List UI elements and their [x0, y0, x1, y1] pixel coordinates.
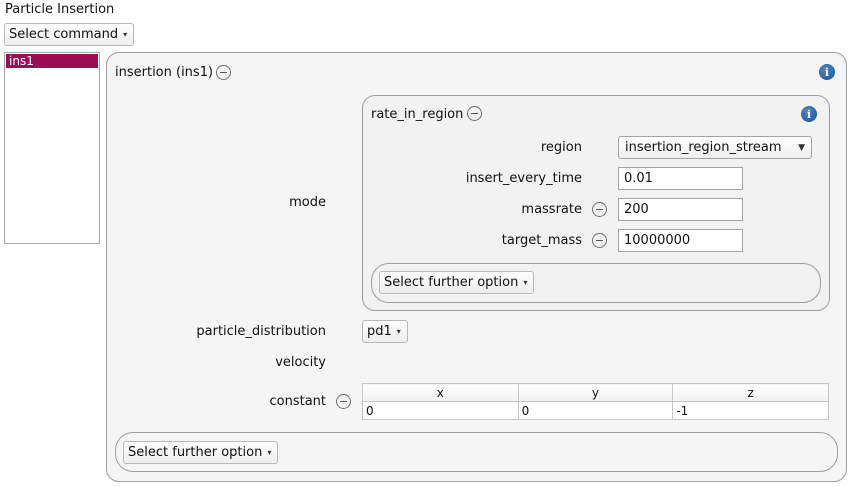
particle-distribution-value: pd1 — [367, 324, 392, 339]
rate-in-region-further-option-button[interactable]: Select further option ▾ — [379, 271, 535, 294]
constant-label: constant — [269, 394, 326, 409]
select-command-button[interactable]: Select command ▾ — [4, 23, 135, 46]
table-row: 0 0 -1 — [362, 401, 829, 420]
insert-every-time-input[interactable]: 0.01 — [618, 167, 743, 190]
massrate-input[interactable]: 200 — [618, 198, 743, 221]
select-command-label: Select command — [9, 27, 119, 42]
list-item[interactable]: ins1 — [6, 54, 98, 68]
mode-label: mode — [289, 195, 326, 210]
remove-massrate-icon[interactable] — [592, 202, 607, 217]
info-icon[interactable]: i — [801, 106, 817, 122]
caret-down-icon: ▾ — [267, 448, 272, 457]
insertion-group-title: insertion (ins1) — [115, 65, 214, 80]
vector-cell-z[interactable]: -1 — [672, 401, 829, 420]
caret-down-icon: ▼ — [798, 142, 805, 153]
column-header-y: y — [517, 383, 674, 402]
collapse-insertion-icon[interactable] — [216, 65, 231, 80]
vector-cell-x[interactable]: 0 — [362, 401, 519, 420]
further-option-label: Select further option — [128, 445, 263, 460]
caret-down-icon: ▾ — [523, 278, 528, 287]
target-mass-label: target_mass — [501, 233, 582, 248]
further-option-label: Select further option — [384, 275, 519, 290]
vector-cell-y[interactable]: 0 — [517, 401, 674, 420]
region-value: insertion_region_stream — [625, 140, 782, 155]
region-label: region — [540, 140, 582, 155]
rate-in-region-title: rate_in_region — [371, 107, 464, 122]
velocity-vector-table: x y z 0 0 -1 — [362, 383, 829, 420]
region-select[interactable]: insertion_region_stream ▼ — [618, 136, 812, 159]
insert-every-time-label: insert_every_time — [465, 171, 582, 186]
instance-list[interactable]: ins1 — [4, 52, 100, 244]
particle-distribution-select[interactable]: pd1 ▾ — [362, 320, 408, 343]
particle-distribution-label: particle_distribution — [196, 324, 326, 339]
insertion-further-option-button[interactable]: Select further option ▾ — [123, 441, 279, 464]
remove-target-mass-icon[interactable] — [592, 233, 607, 248]
caret-down-icon: ▾ — [123, 30, 128, 39]
column-header-z: z — [672, 383, 829, 402]
target-mass-input[interactable]: 10000000 — [618, 229, 743, 252]
caret-down-icon: ▾ — [396, 327, 401, 336]
massrate-label: massrate — [521, 202, 582, 217]
column-header-x: x — [362, 383, 519, 402]
info-icon[interactable]: i — [819, 64, 835, 80]
page-title: Particle Insertion — [5, 2, 115, 17]
velocity-label: velocity — [275, 355, 326, 370]
collapse-rate-in-region-icon[interactable] — [467, 106, 482, 121]
remove-constant-icon[interactable] — [336, 394, 351, 409]
